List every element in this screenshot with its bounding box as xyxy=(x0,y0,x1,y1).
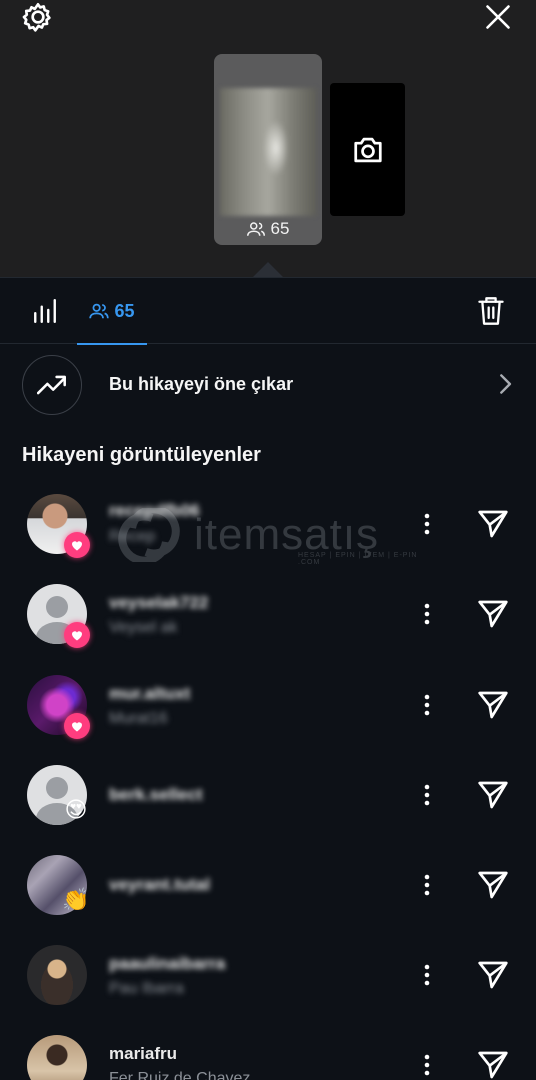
more-options-button[interactable] xyxy=(414,598,440,630)
more-options-button[interactable] xyxy=(414,779,440,811)
more-vertical-icon xyxy=(424,964,430,986)
more-options-button[interactable] xyxy=(414,1049,440,1080)
story-viewer-count: 65 xyxy=(214,219,322,239)
viewer-full-name: Murat16 xyxy=(109,710,168,727)
viewer-username[interactable]: mur.altuxt xyxy=(109,684,190,704)
viewer-username[interactable]: berk.sellect xyxy=(109,785,203,805)
more-options-button[interactable] xyxy=(414,869,440,901)
add-story-button[interactable] xyxy=(330,83,405,216)
more-vertical-icon xyxy=(424,874,430,896)
more-vertical-icon xyxy=(424,694,430,716)
more-vertical-icon xyxy=(424,1054,430,1076)
viewer-username[interactable]: paaulinaibarra xyxy=(109,954,225,974)
send-message-button[interactable] xyxy=(474,867,512,903)
story-viewer-count-value: 65 xyxy=(270,219,290,238)
settings-button[interactable] xyxy=(20,0,56,34)
viewer-row[interactable]: mur.altuxt Murat16 xyxy=(0,660,536,750)
viewer-full-name: Recep xyxy=(109,528,156,545)
more-options-button[interactable] xyxy=(414,508,440,540)
send-icon xyxy=(478,781,508,809)
viewer-username[interactable]: recepdfb06 xyxy=(109,501,200,521)
heart-reaction-icon xyxy=(64,532,90,558)
avatar[interactable] xyxy=(27,1035,87,1080)
send-icon xyxy=(478,1051,508,1079)
heart-reaction-icon xyxy=(64,622,90,648)
viewer-username[interactable]: veyrant.tutal xyxy=(109,875,210,895)
more-options-button[interactable] xyxy=(414,959,440,991)
viewer-row[interactable]: paaulinaibarra Pau Ibarra xyxy=(0,930,536,1020)
promote-icon-circle xyxy=(22,355,82,415)
send-message-button[interactable] xyxy=(474,777,512,813)
send-icon xyxy=(478,600,508,628)
trash-icon xyxy=(478,297,504,325)
viewer-username[interactable]: veyselak722 xyxy=(109,593,208,613)
send-message-button[interactable] xyxy=(474,957,512,993)
viewer-row[interactable]: veyselak722 Veysel ak xyxy=(0,569,536,659)
delete-story-button[interactable] xyxy=(474,294,508,328)
more-options-button[interactable] xyxy=(414,689,440,721)
story-image xyxy=(220,88,316,216)
send-icon xyxy=(478,510,508,538)
tab-insights[interactable] xyxy=(28,294,62,328)
tab-viewers[interactable]: 65 xyxy=(77,278,147,345)
send-message-button[interactable] xyxy=(474,1047,512,1080)
viewers-section-title: Hikayeni görüntüleyenler xyxy=(22,444,261,466)
viewer-full-name: Pau Ibarra xyxy=(109,980,184,997)
story-preview-area: 65 xyxy=(0,0,536,277)
send-message-button[interactable] xyxy=(474,596,512,632)
viewer-row[interactable]: 😍 berk.sellect xyxy=(0,750,536,840)
viewer-full-name: Fer Ruiz de Chavez xyxy=(109,1070,251,1080)
send-message-button[interactable] xyxy=(474,687,512,723)
send-icon xyxy=(478,691,508,719)
story-thumbnail[interactable]: 65 xyxy=(214,54,322,245)
close-button[interactable] xyxy=(480,0,516,34)
promote-story-label: Bu hikayeyi öne çıkar xyxy=(109,374,294,394)
heart-eyes-reaction-icon: 😍 xyxy=(64,797,88,822)
selected-story-pointer xyxy=(253,262,283,277)
viewer-username[interactable]: mariafru xyxy=(109,1044,177,1064)
viewer-row[interactable]: mariafru Fer Ruiz de Chavez xyxy=(0,1020,536,1080)
viewers-icon xyxy=(89,303,110,319)
trending-up-icon xyxy=(37,375,66,395)
viewer-tabs: 65 xyxy=(0,277,536,345)
more-vertical-icon xyxy=(424,784,430,806)
viewer-row[interactable]: 👏 veyrant.tutal xyxy=(0,840,536,930)
chevron-right-icon xyxy=(500,374,512,394)
close-icon xyxy=(486,5,510,29)
bar-chart-icon xyxy=(34,298,56,324)
viewer-row[interactable]: recepdfb06 Recep xyxy=(0,479,536,569)
send-icon xyxy=(478,961,508,989)
avatar[interactable] xyxy=(27,945,87,1005)
send-message-button[interactable] xyxy=(474,506,512,542)
viewers-icon xyxy=(246,222,265,236)
send-icon xyxy=(478,871,508,899)
more-vertical-icon xyxy=(424,513,430,535)
more-vertical-icon xyxy=(424,603,430,625)
tab-viewers-count: 65 xyxy=(114,300,135,321)
camera-icon xyxy=(353,137,382,162)
viewer-full-name: Veysel ak xyxy=(109,619,178,636)
clapping-reaction-icon: 👏 xyxy=(62,887,90,912)
promote-story-row[interactable]: Bu hikayeyi öne çıkar xyxy=(0,345,536,425)
gear-icon xyxy=(22,3,51,32)
heart-reaction-icon xyxy=(64,713,90,739)
